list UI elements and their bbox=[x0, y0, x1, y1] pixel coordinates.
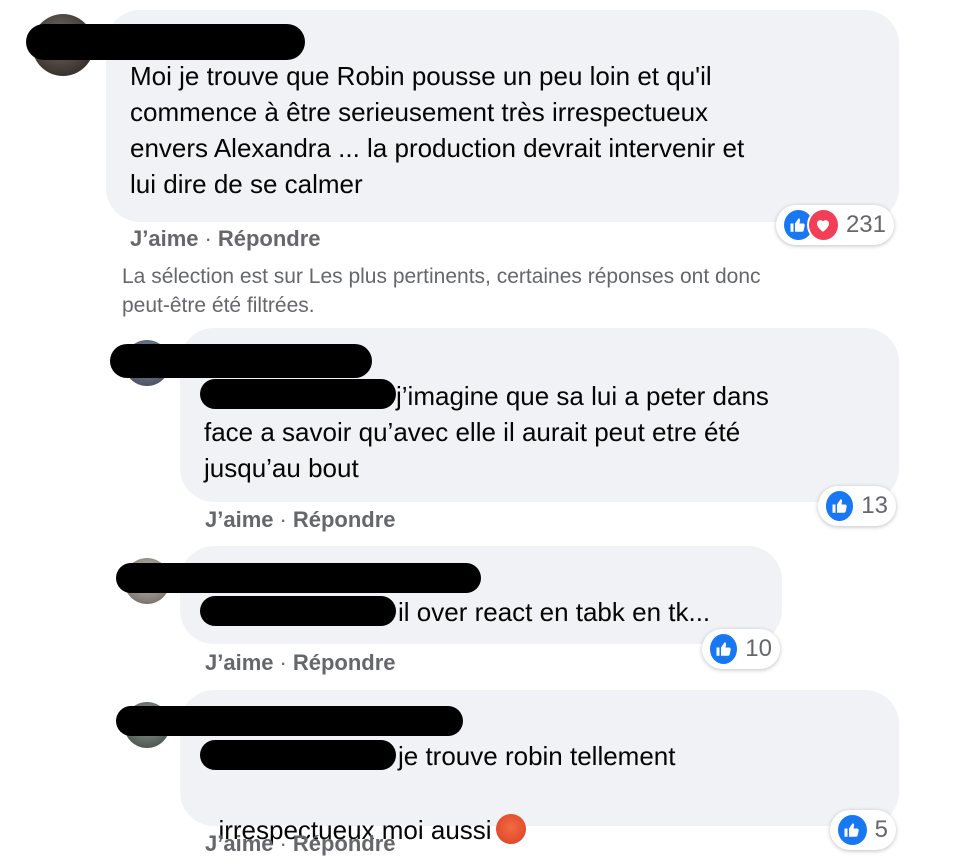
reply-reactions[interactable]: 5 bbox=[830, 810, 896, 850]
redacted-mention bbox=[200, 596, 396, 626]
like-button[interactable]: J’aime bbox=[205, 831, 274, 856]
reaction-count: 231 bbox=[845, 211, 886, 238]
separator: · bbox=[279, 831, 287, 856]
reply-text: j’imagine que sa lui a peter dans face a… bbox=[204, 381, 769, 483]
separator: · bbox=[204, 226, 212, 251]
redacted-reply-name bbox=[110, 344, 372, 378]
reply-button[interactable]: Répondre bbox=[293, 650, 396, 675]
filter-notice: La sélection est sur Les plus pertinents… bbox=[122, 265, 761, 317]
comment-reactions[interactable]: 231 bbox=[776, 205, 894, 245]
redacted-reply-name bbox=[116, 706, 463, 736]
like-icon bbox=[824, 489, 856, 523]
reply-actions: J’aime · Répondre bbox=[205, 650, 396, 676]
comment-actions: J’aime · Répondre bbox=[130, 226, 321, 252]
reply-actions: J’aime · Répondre bbox=[205, 507, 396, 533]
like-button[interactable]: J’aime bbox=[130, 226, 199, 251]
like-button[interactable]: J’aime bbox=[205, 507, 274, 532]
like-icon bbox=[836, 813, 869, 847]
redacted-commenter-name bbox=[26, 24, 305, 60]
redacted-mention bbox=[200, 740, 396, 770]
angry-face-emoji bbox=[495, 814, 526, 845]
comment-text: Moi je trouve que Robin pousse un peu lo… bbox=[130, 61, 745, 199]
reply-reactions[interactable]: 10 bbox=[702, 629, 780, 669]
separator: · bbox=[279, 507, 287, 532]
like-icon bbox=[708, 632, 740, 666]
redacted-reply-name bbox=[116, 563, 481, 593]
reply-actions: J’aime · Répondre bbox=[205, 831, 396, 857]
reply-button[interactable]: Répondre bbox=[293, 507, 396, 532]
reply-button[interactable]: Répondre bbox=[293, 831, 396, 856]
reply-text-line-1: je trouve robin tellement bbox=[398, 741, 676, 771]
reaction-count: 13 bbox=[861, 492, 888, 519]
love-icon bbox=[806, 208, 840, 242]
reply-reactions[interactable]: 13 bbox=[818, 486, 896, 526]
reply-text: il over react en tabk en tk... bbox=[398, 597, 711, 627]
like-button[interactable]: J’aime bbox=[205, 650, 274, 675]
reply-button[interactable]: Répondre bbox=[218, 226, 321, 251]
reaction-count: 5 bbox=[874, 816, 888, 843]
separator: · bbox=[279, 650, 287, 675]
reaction-count: 10 bbox=[745, 635, 772, 662]
